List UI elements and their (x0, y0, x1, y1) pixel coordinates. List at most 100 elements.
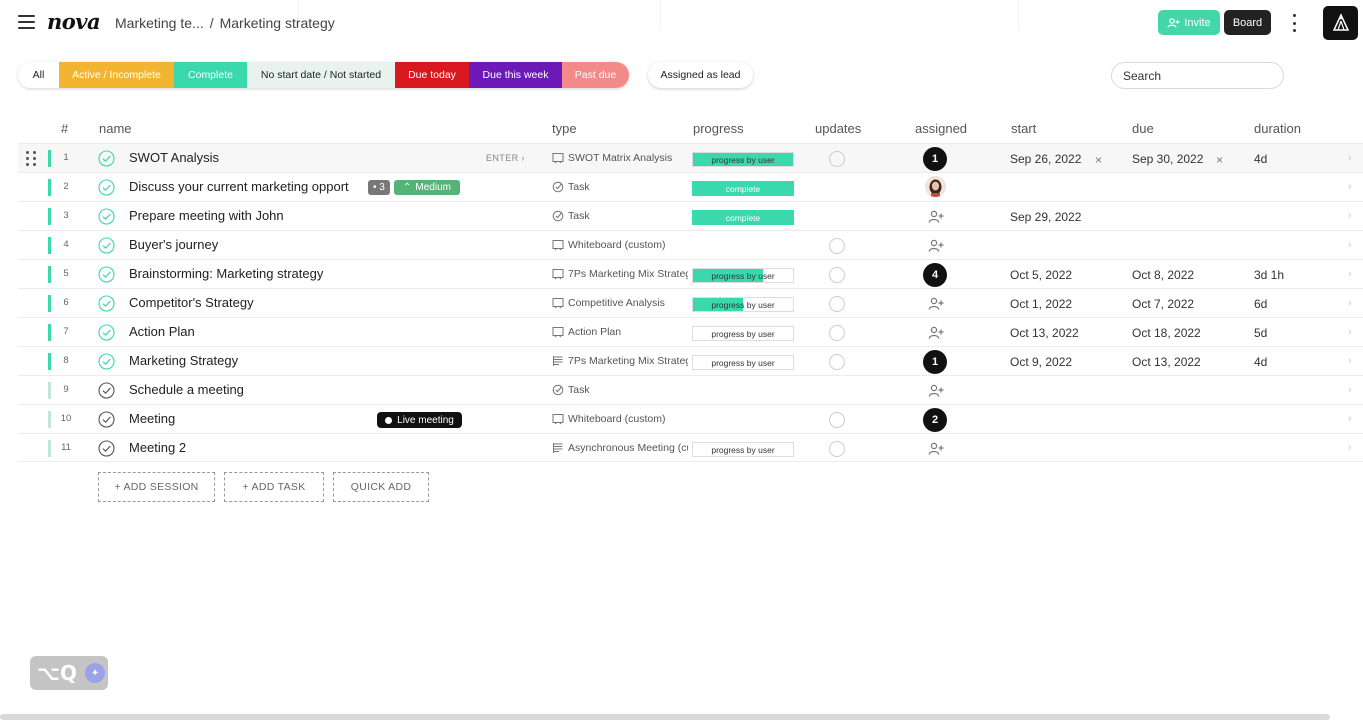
task-type[interactable]: Action Plan (552, 326, 688, 338)
row-expand-icon[interactable]: › (1348, 384, 1352, 396)
task-name[interactable]: Discuss your current marketing opportun (129, 179, 349, 194)
start-date[interactable]: Oct 13, 2022 (1010, 326, 1079, 340)
clear-due-icon[interactable]: × (1216, 153, 1223, 167)
row-expand-icon[interactable]: › (1348, 181, 1352, 193)
task-name[interactable]: SWOT Analysis (129, 150, 349, 165)
menu-icon[interactable] (18, 15, 35, 29)
updates-indicator[interactable] (829, 151, 845, 167)
task-name[interactable]: Schedule a meeting (129, 382, 349, 397)
complete-check-icon[interactable] (98, 440, 115, 457)
column-assigned[interactable]: assigned (915, 121, 967, 136)
live-meeting-badge[interactable]: Live meeting (377, 412, 462, 428)
complete-check-icon[interactable] (98, 411, 115, 428)
row-expand-icon[interactable]: › (1348, 442, 1352, 454)
column-due[interactable]: due (1132, 121, 1154, 136)
task-type[interactable]: Task (552, 181, 688, 193)
filter-active[interactable]: Active / Incomplete (59, 62, 174, 88)
table-row[interactable]: 4 Buyer's journey Whiteboard (custom) › (18, 230, 1363, 259)
row-expand-icon[interactable]: › (1348, 413, 1352, 425)
enter-link[interactable]: ENTER › (486, 153, 525, 163)
subtask-count-badge[interactable]: • 3 (368, 180, 390, 195)
updates-indicator[interactable] (829, 296, 845, 312)
complete-check-icon[interactable] (98, 208, 115, 225)
due-date[interactable]: Oct 7, 2022 (1132, 297, 1194, 311)
progress-bar[interactable]: progress by user (692, 297, 794, 312)
assignee-count[interactable]: 1 (923, 350, 947, 374)
filter-complete[interactable]: Complete (174, 62, 247, 88)
task-type[interactable]: Whiteboard (custom) (552, 413, 688, 425)
task-name[interactable]: Brainstorming: Marketing strategy (129, 266, 349, 281)
add-session-button[interactable]: + ADD SESSION (98, 472, 215, 502)
progress-bar[interactable]: progress by user (692, 268, 794, 283)
task-type[interactable]: 7Ps Marketing Mix Strategy (552, 268, 688, 280)
updates-indicator[interactable] (829, 238, 845, 254)
progress-bar[interactable]: complete (692, 181, 794, 196)
complete-check-icon[interactable] (98, 150, 115, 167)
column-updates[interactable]: updates (815, 121, 861, 136)
add-task-button[interactable]: + ADD TASK (224, 472, 324, 502)
breadcrumb-workspace[interactable]: Marketing te... (115, 15, 204, 31)
task-type[interactable]: Whiteboard (custom) (552, 239, 688, 251)
app-logo[interactable]: nova (47, 9, 101, 34)
table-row[interactable]: 7 Action Plan Action Plan progress by user O… (18, 317, 1363, 346)
filter-due-this-week[interactable]: Due this week (469, 62, 562, 88)
row-expand-icon[interactable]: › (1348, 355, 1352, 367)
table-row[interactable]: 5 Brainstorming: Marketing strategy 7Ps Ma… (18, 259, 1363, 288)
progress-bar[interactable]: progress by user (692, 442, 794, 457)
column-start[interactable]: start (1011, 121, 1036, 136)
start-date[interactable]: Oct 1, 2022 (1010, 297, 1072, 311)
table-row[interactable]: 11 Meeting 2 Asynchronous Meeting (custom)… (18, 433, 1363, 462)
task-type[interactable]: 7Ps Marketing Mix Strategy (552, 355, 688, 367)
horizontal-scrollbar[interactable] (0, 714, 1330, 720)
assistant-widget[interactable]: ⌥Q ✦ (30, 656, 108, 690)
progress-bar[interactable]: progress by user (692, 152, 794, 167)
complete-check-icon[interactable] (98, 353, 115, 370)
complete-check-icon[interactable] (98, 324, 115, 341)
due-date[interactable]: Sep 30, 2022 (1132, 152, 1203, 166)
account-button[interactable] (1323, 6, 1358, 40)
assign-user-icon[interactable] (928, 326, 944, 340)
task-type[interactable]: SWOT Matrix Analysis (552, 152, 688, 164)
row-expand-icon[interactable]: › (1348, 326, 1352, 338)
progress-bar[interactable]: complete (692, 210, 794, 225)
task-type[interactable]: Task (552, 384, 688, 396)
task-name[interactable]: Meeting 2 (129, 440, 349, 455)
priority-badge[interactable]: ⌃ Medium (394, 180, 460, 195)
row-expand-icon[interactable]: › (1348, 297, 1352, 309)
filter-all[interactable]: All (18, 62, 59, 88)
ai-sparkle-icon[interactable]: ✦ (85, 663, 106, 683)
complete-check-icon[interactable] (98, 237, 115, 254)
quick-add-button[interactable]: QUICK ADD (333, 472, 429, 502)
table-row[interactable]: 1 SWOT Analysis ENTER › SWOT Matrix Analysi… (18, 143, 1363, 172)
table-row[interactable]: 8 Marketing Strategy 7Ps Marketing Mix Str… (18, 346, 1363, 375)
assign-user-icon[interactable] (928, 442, 944, 456)
start-date[interactable]: Sep 29, 2022 (1010, 210, 1081, 224)
task-type[interactable]: Asynchronous Meeting (custom) (552, 442, 688, 454)
updates-indicator[interactable] (829, 325, 845, 341)
table-row[interactable]: 3 Prepare meeting with John Task complete Se… (18, 201, 1363, 230)
table-row[interactable]: 10 Meeting Live meeting Whiteboard (custom)… (18, 404, 1363, 433)
assignee-count[interactable]: 4 (923, 263, 947, 287)
table-row[interactable]: 6 Competitor's Strategy Competitive Analys… (18, 288, 1363, 317)
row-expand-icon[interactable]: › (1348, 210, 1352, 222)
row-expand-icon[interactable]: › (1348, 152, 1352, 164)
updates-indicator[interactable] (829, 412, 845, 428)
assign-user-icon[interactable] (928, 210, 944, 224)
filter-past-due[interactable]: Past due (562, 62, 629, 88)
task-name[interactable]: Competitor's Strategy (129, 295, 349, 310)
complete-check-icon[interactable] (98, 179, 115, 196)
search-input[interactable] (1111, 62, 1284, 89)
start-date[interactable]: Sep 26, 2022 (1010, 152, 1081, 166)
complete-check-icon[interactable] (98, 382, 115, 399)
column-progress[interactable]: progress (693, 121, 744, 136)
assignee-count[interactable]: 1 (923, 147, 947, 171)
complete-check-icon[interactable] (98, 295, 115, 312)
due-date[interactable]: Oct 13, 2022 (1132, 355, 1201, 369)
task-name[interactable]: Buyer's journey (129, 237, 349, 252)
row-expand-icon[interactable]: › (1348, 268, 1352, 280)
table-row[interactable]: 9 Schedule a meeting Task › (18, 375, 1363, 404)
task-name[interactable]: Prepare meeting with John (129, 208, 349, 223)
due-date[interactable]: Oct 8, 2022 (1132, 268, 1194, 282)
avatar[interactable] (925, 176, 946, 197)
invite-button[interactable]: Invite (1158, 10, 1220, 35)
